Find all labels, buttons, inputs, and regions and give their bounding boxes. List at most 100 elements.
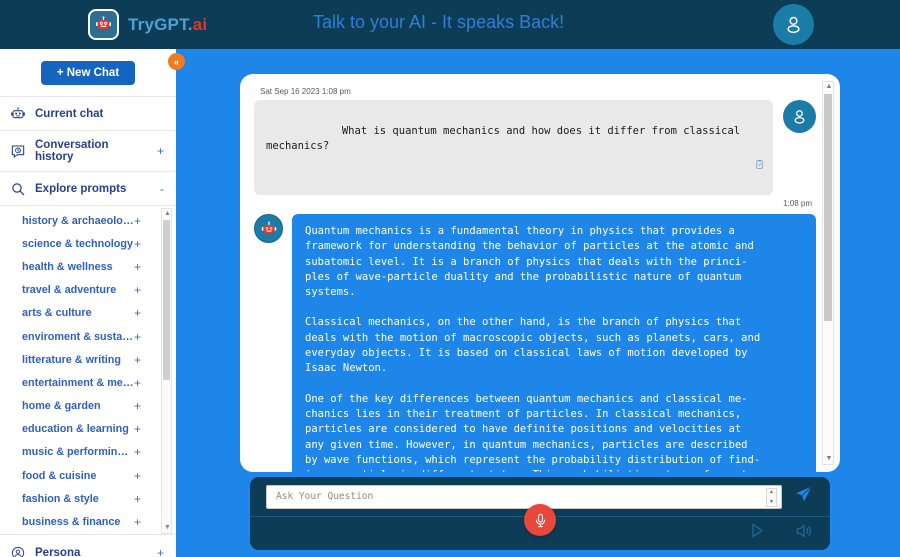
prompt-category-item[interactable]: music & performing arts+ <box>0 441 176 464</box>
prompt-category-item[interactable]: home & garden + <box>0 395 176 418</box>
prompt-category-label: history & archaeology <box>22 214 134 227</box>
prompt-category-label: enviroment & sustainabili... <box>22 330 134 343</box>
prompt-category-item[interactable]: science & technology + <box>0 232 176 255</box>
sidebar-item-persona[interactable]: Persona + <box>0 535 176 557</box>
main-area: Sat Sep 16 2023 1:08 pm What is quantum … <box>176 49 900 557</box>
microphone-button[interactable] <box>524 504 556 536</box>
prompt-category-item[interactable]: education & learning + <box>0 418 176 441</box>
scroll-down-arrow-icon[interactable]: ▼ <box>826 455 833 463</box>
prompt-category-label: health & wellness <box>22 260 113 273</box>
sidebar-item-explore-prompts[interactable]: Explore prompts - <box>0 171 176 205</box>
prompt-category-expand[interactable]: + <box>134 376 154 390</box>
sidebar-item-label: Current chat <box>35 107 104 120</box>
prompt-category-item[interactable]: litterature & writing + <box>0 348 176 371</box>
speaker-button[interactable] <box>794 521 814 546</box>
prompt-category-label: litterature & writing <box>22 353 121 366</box>
scrollbar-thumb[interactable] <box>824 94 832 321</box>
grip-down-arrow-icon: ▼ <box>769 498 774 505</box>
question-input-wrapper[interactable]: ▲ ▼ <box>266 484 782 509</box>
sidebar-item-label: Explore prompts <box>35 182 127 195</box>
user-avatar-icon <box>794 110 805 124</box>
chat-history-icon <box>9 143 26 160</box>
robot-logo-icon <box>88 9 119 40</box>
avatar[interactable] <box>773 4 814 45</box>
scroll-up-arrow-icon[interactable]: ▲ <box>164 210 171 218</box>
prompt-category-item[interactable]: food & cuisine + <box>0 464 176 487</box>
prompt-category-expand[interactable]: + <box>134 260 154 274</box>
robot-icon <box>261 221 276 233</box>
chat-scrollbar[interactable]: ▲ ▼ <box>822 81 834 465</box>
prompt-category-expand[interactable]: + <box>134 399 154 413</box>
prompt-category-label: education & learning <box>22 423 129 436</box>
app-root: TryGPT.ai Talk to your AI - It speaks Ba… <box>0 0 900 557</box>
prompt-category-item[interactable]: business & finance + <box>0 510 176 533</box>
user-avatar-icon <box>787 16 800 34</box>
prompt-category-item[interactable]: fashion & style + <box>0 487 176 510</box>
prompt-category-item[interactable]: travel & adventure + <box>0 279 176 302</box>
search-icon <box>9 180 26 197</box>
prompt-category-item[interactable]: politics & government+ <box>0 534 176 535</box>
prompt-category-expand[interactable]: + <box>134 283 154 297</box>
sidebar-item-sign[interactable]: - <box>160 182 167 196</box>
prompt-category-expand[interactable]: + <box>134 492 154 506</box>
send-button[interactable] <box>794 484 814 509</box>
composer: ▲ ▼ <box>250 477 830 550</box>
scroll-up-arrow-icon[interactable]: ▲ <box>826 83 833 91</box>
scroll-down-arrow-icon[interactable]: ▼ <box>164 524 171 532</box>
microphone-icon <box>535 513 545 527</box>
sidebar-item-label: Conversation history <box>35 139 109 163</box>
prompt-category-item[interactable]: history & archaeology + <box>0 209 176 232</box>
speaker-icon <box>796 524 812 537</box>
textarea-resize-handle[interactable]: ▲ ▼ <box>766 487 777 507</box>
bot-message-row: Quantum mechanics is a fundamental theor… <box>254 214 816 472</box>
bot-message-bubble: Quantum mechanics is a fundamental theor… <box>292 214 816 472</box>
sidebar-item-current-chat[interactable]: Current chat <box>0 96 176 130</box>
sidebar-item-sign[interactable]: + <box>157 546 167 557</box>
prompt-category-expand[interactable]: + <box>134 445 154 459</box>
persona-icon <box>9 544 26 557</box>
prompt-category-item[interactable]: enviroment & sustainabili...+ <box>0 325 176 348</box>
grip-up-arrow-icon: ▲ <box>769 488 774 495</box>
prompt-category-label: entertainment & media <box>22 376 134 389</box>
search-input[interactable] <box>276 491 759 502</box>
prompt-category-label: music & performing arts <box>22 446 134 459</box>
prompt-list-scrollbar[interactable]: ▲ ▼ <box>161 208 172 534</box>
sidebar-item-sign[interactable]: + <box>157 144 167 158</box>
prompt-category-item[interactable]: health & wellness + <box>0 255 176 278</box>
page-title: Talk to your AI - It speaks Back! <box>313 12 565 32</box>
bot-message-paragraph: One of the key differences between quant… <box>305 392 761 472</box>
scrollbar-thumb[interactable] <box>163 220 170 380</box>
prompt-category-label: home & garden <box>22 400 101 413</box>
prompt-category-expand[interactable]: + <box>134 330 154 344</box>
chat-scroll-area: Sat Sep 16 2023 1:08 pm What is quantum … <box>240 74 840 472</box>
prompt-category-expand[interactable]: + <box>134 237 154 251</box>
sidebar: + New Chat Current chat Conversation his… <box>0 49 176 557</box>
sidebar-item-label: Persona <box>35 546 81 557</box>
prompt-category-label: fashion & style <box>22 492 99 505</box>
prompt-category-expand[interactable]: + <box>134 353 154 367</box>
sidebar-item-conversation-history[interactable]: Conversation history + <box>0 130 176 171</box>
prompt-category-item[interactable]: entertainment & media + <box>0 371 176 394</box>
user-message-timestamp: 1:08 pm <box>783 199 812 208</box>
bot-message-paragraph: Classical mechanics, on the other hand, … <box>305 316 761 375</box>
prompt-category-expand[interactable]: + <box>134 214 154 228</box>
prompt-category-expand[interactable]: + <box>134 422 154 436</box>
prompt-category-expand[interactable]: + <box>134 469 154 483</box>
copy-icon[interactable] <box>665 144 765 190</box>
play-button[interactable] <box>747 521 766 545</box>
user-message-row: What is quantum mechanics and how does i… <box>254 100 816 195</box>
prompt-category-expand[interactable]: + <box>134 515 154 529</box>
conversation-date-stamp: Sat Sep 16 2023 1:08 pm <box>260 87 351 96</box>
prompt-category-label: business & finance <box>22 516 121 529</box>
sidebar-collapse-button[interactable]: « <box>168 53 185 70</box>
prompt-category-item[interactable]: arts & culture + <box>0 302 176 325</box>
prompt-category-expand[interactable]: + <box>134 306 154 320</box>
composer-controls-row <box>250 504 830 549</box>
brand-name-text: TryGPT. <box>128 14 193 34</box>
new-chat-button[interactable]: + New Chat <box>40 61 136 85</box>
play-icon <box>752 523 763 538</box>
playback-controls <box>747 521 814 546</box>
bot-message-avatar <box>254 214 283 243</box>
prompt-category-label: science & technology <box>22 237 134 250</box>
brand[interactable]: TryGPT.ai <box>88 9 207 40</box>
